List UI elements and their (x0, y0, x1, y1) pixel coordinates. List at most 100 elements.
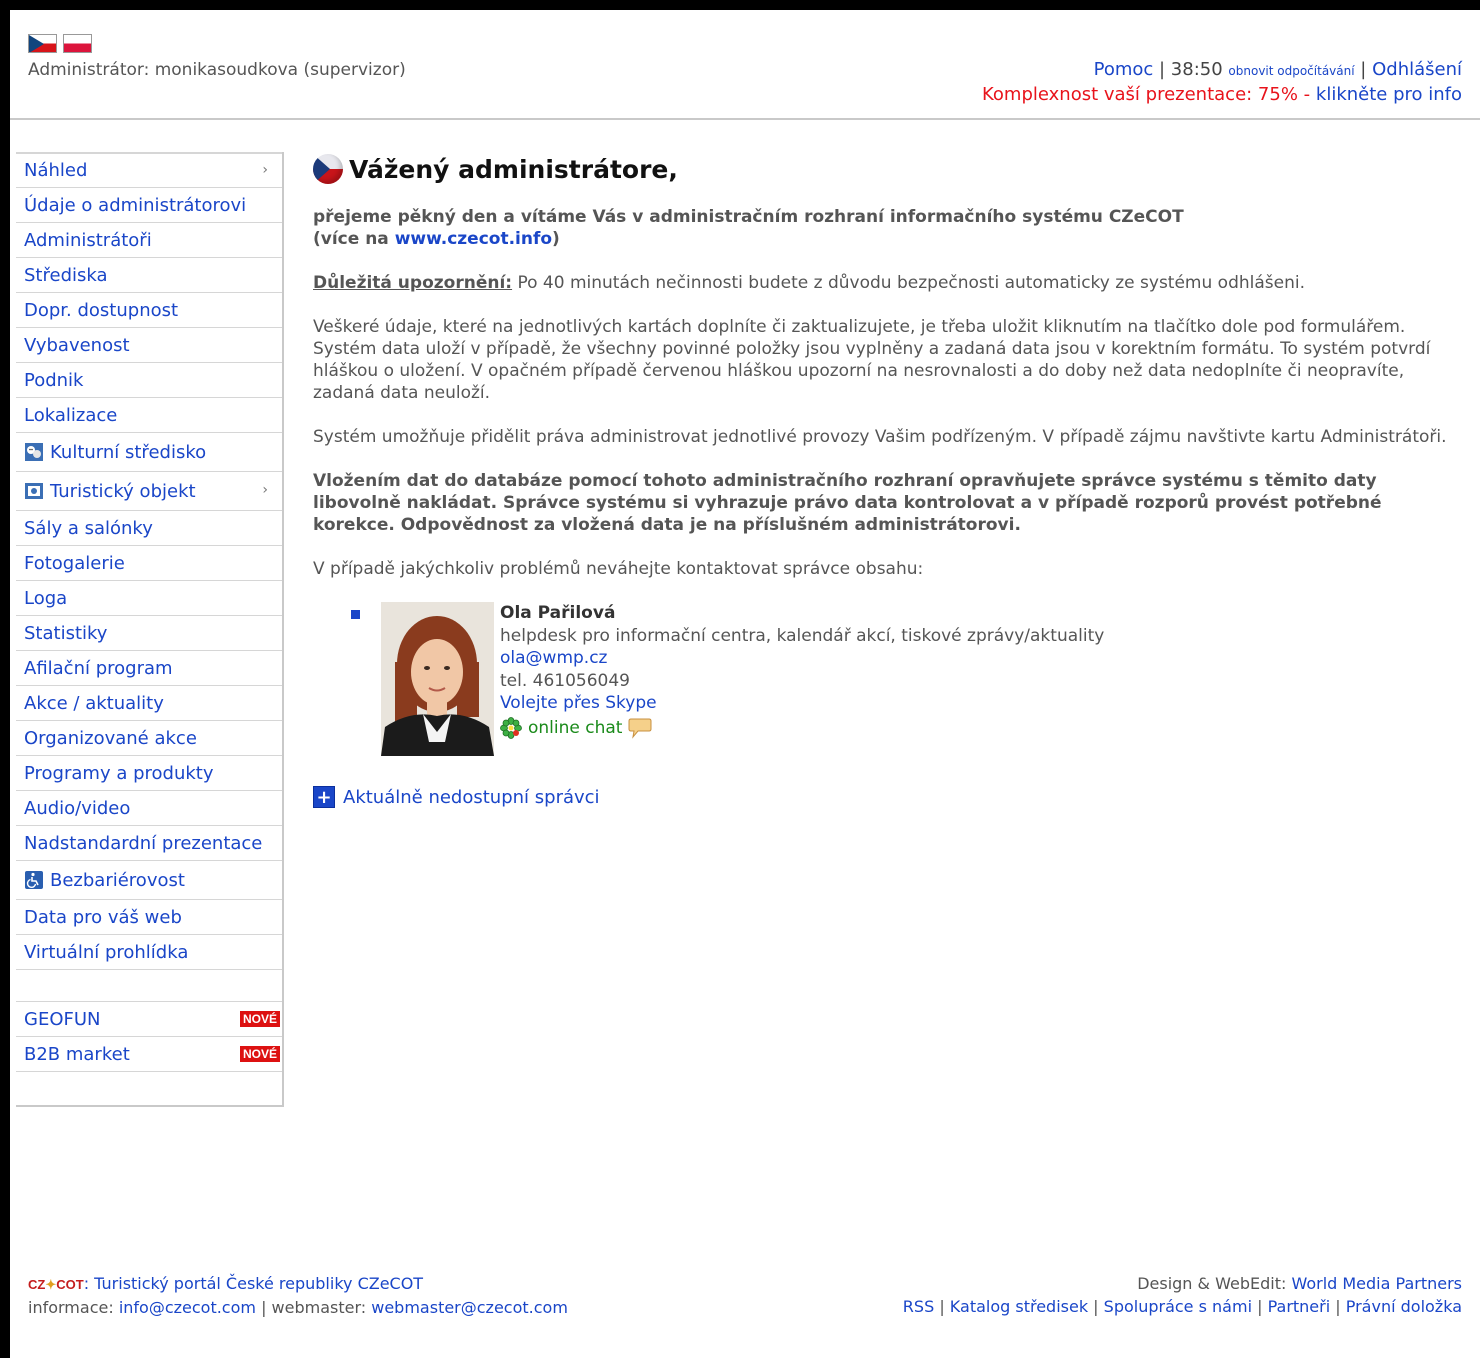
sidebar-item-label: Lokalizace (24, 404, 118, 426)
wheelchair-icon (25, 871, 43, 889)
sidebar-item-logos[interactable]: Loga (16, 580, 282, 615)
sidebar-item-audio-video[interactable]: Audio/video (16, 790, 282, 825)
sidebar-item-strediska[interactable]: Střediska (16, 257, 282, 292)
header: Administrátor: monikasoudkova (supervizo… (10, 10, 1480, 120)
sidebar-item-label: Afilační program (24, 657, 173, 679)
page: Administrátor: monikasoudkova (supervizo… (10, 10, 1480, 1358)
sidebar-item-label: Audio/video (24, 797, 131, 819)
welcome-text: přejeme pěkný den a vítáme Vás v adminis… (313, 206, 1453, 250)
main-content: Vážený administrátore, přejeme pěkný den… (313, 152, 1453, 808)
refresh-timer-link[interactable]: obnovit odpočítávání (1228, 64, 1354, 78)
rights-paragraph: Systém umožňuje přidělit práva administr… (313, 427, 1447, 447)
sidebar-item-halls[interactable]: Sály a salónky (16, 510, 282, 545)
sidebar-item-label: Administrátoři (24, 229, 152, 251)
czecot-logo[interactable]: CZ✦COT (28, 1277, 84, 1292)
sidebar-item-photogallery[interactable]: Fotogalerie (16, 545, 282, 580)
sidebar-item-label: B2B market (24, 1043, 130, 1065)
czecot-info-link[interactable]: www.czecot.info (395, 229, 552, 249)
avatar (381, 602, 494, 756)
contact-phone: tel. 461056049 (500, 670, 630, 691)
sidebar-item-label: Statistiky (24, 622, 108, 644)
skype-call-link[interactable]: Volejte přes Skype (500, 693, 657, 713)
sidebar-item-label: Sály a salónky (24, 517, 153, 539)
welcome-more-suffix: ) (552, 229, 560, 249)
portal-link[interactable]: : Turistický portál České republiky CZeC… (84, 1274, 423, 1293)
legal-paragraph: Vložením dat do databáze pomocí tohoto a… (313, 471, 1382, 535)
chat-bubble-icon (628, 718, 652, 739)
sidebar-item-b2b-market[interactable]: B2B market NOVÉ (16, 1036, 282, 1071)
sidebar-item-web-data[interactable]: Data pro váš web (16, 899, 282, 934)
sidebar-item-localization[interactable]: Lokalizace (16, 397, 282, 432)
sidebar-item-transport[interactable]: Dopr. dostupnost (16, 292, 282, 327)
sidebar-item-admin-details[interactable]: Údaje o administrátorovi (16, 187, 282, 222)
sidebar-item-label: Údaje o administrátorovi (24, 194, 247, 216)
sidebar-item-events-news[interactable]: Akce / aktuality (16, 685, 282, 720)
sidebar-item-nahled[interactable]: Náhled › (16, 152, 282, 187)
sidebar-spacer (16, 1071, 282, 1105)
save-info-paragraph: Veškeré údaje, které na jednotlivých kar… (313, 317, 1431, 403)
new-badge: NOVÉ (239, 1046, 280, 1062)
contact-name: Ola Pařilová (500, 603, 616, 623)
warning-text: Po 40 minutách nečinnosti budete z důvod… (512, 273, 1305, 293)
sidebar-item-label: Programy a produkty (24, 762, 214, 784)
sidebar-item-label: Loga (24, 587, 68, 609)
cooperation-link[interactable]: Spolupráce s námi (1104, 1297, 1252, 1316)
design-link[interactable]: World Media Partners (1291, 1274, 1462, 1293)
sidebar-item-organized-events[interactable]: Organizované akce (16, 720, 282, 755)
catalog-link[interactable]: Katalog středisek (950, 1297, 1088, 1316)
sidebar-item-label: Turistický objekt (50, 480, 196, 502)
footer-right: Design & WebEdit: World Media Partners R… (903, 1272, 1462, 1318)
photo-icon (25, 483, 43, 499)
online-chat-link[interactable]: online chat (500, 716, 1104, 740)
separator: | (1354, 59, 1373, 80)
design-label: Design & WebEdit: (1137, 1274, 1292, 1293)
separator: | (1153, 59, 1171, 80)
page-title-text: Vážený administrátore, (349, 154, 678, 184)
polish-flag-icon[interactable] (63, 34, 92, 53)
footer-links: RSS | Katalog středisek | Spolupráce s n… (902, 1297, 1462, 1316)
online-chat-label: online chat (528, 717, 623, 738)
complexity-text: Komplexnost vaší prezentace: 75% - (982, 84, 1316, 105)
rss-link[interactable]: RSS (903, 1297, 934, 1316)
sidebar-item-programs[interactable]: Programy a produkty (16, 755, 282, 790)
help-link[interactable]: Pomoc (1094, 59, 1154, 80)
welcome-more-prefix: (více na (313, 229, 395, 249)
webmaster-label: | webmaster: (255, 1298, 372, 1317)
sidebar-item-cultural-center[interactable]: Kulturní středisko (16, 432, 282, 471)
sidebar-item-label: Náhled (24, 160, 88, 181)
sidebar-item-company[interactable]: Podnik (16, 362, 282, 397)
sidebar-item-administrators[interactable]: Administrátoři (16, 222, 282, 257)
contact-details: Ola Pařilová helpdesk pro informační cen… (500, 602, 1104, 739)
sidebar-item-label: Data pro váš web (24, 906, 182, 928)
sidebar-item-equipment[interactable]: Vybavenost (16, 327, 282, 362)
unavailable-admins-toggle[interactable]: + Aktuálně nedostupní správci (313, 786, 1453, 808)
bullet-icon (351, 610, 360, 619)
complexity-info-link[interactable]: klikněte pro info (1316, 84, 1462, 105)
sidebar-item-label: Kulturní středisko (50, 441, 207, 463)
sidebar-item-label: Střediska (24, 264, 108, 286)
sidebar-item-label: GEOFUN (24, 1008, 101, 1030)
page-title: Vážený administrátore, (313, 154, 1453, 184)
info-email-link[interactable]: info@czecot.com (119, 1298, 256, 1317)
sidebar-item-premium[interactable]: Nadstandardní prezentace (16, 825, 282, 860)
partners-link[interactable]: Partneři (1268, 1297, 1331, 1316)
chevron-right-icon: › (262, 482, 268, 498)
contact-intro: V případě jakýchkoliv problémů neváhejte… (313, 559, 924, 579)
webmaster-email-link[interactable]: webmaster@czecot.com (371, 1298, 568, 1317)
sidebar-item-label: Fotogalerie (24, 552, 125, 574)
sidebar-item-affiliate[interactable]: Afilační program (16, 650, 282, 685)
sidebar-item-tourist-object[interactable]: Turistický objekt › (16, 471, 282, 510)
sidebar-item-geofun[interactable]: GEOFUN NOVÉ (16, 1001, 282, 1036)
logout-link[interactable]: Odhlášení (1372, 59, 1462, 80)
sidebar-item-label: Akce / aktuality (24, 692, 164, 714)
legal-link[interactable]: Právní doložka (1346, 1297, 1462, 1316)
language-switcher (28, 34, 92, 53)
contact-email-link[interactable]: ola@wmp.cz (500, 648, 607, 668)
sidebar-item-virtual-tour[interactable]: Virtuální prohlídka (16, 934, 282, 969)
expand-plus-icon: + (313, 786, 335, 808)
czech-flag-icon[interactable] (28, 34, 57, 53)
icq-flower-icon (500, 716, 522, 739)
warning-paragraph: Důležitá upozornění: Po 40 minutách neči… (313, 272, 1453, 294)
sidebar-item-statistics[interactable]: Statistiky (16, 615, 282, 650)
sidebar-item-accessibility[interactable]: Bezbariérovost (16, 860, 282, 899)
